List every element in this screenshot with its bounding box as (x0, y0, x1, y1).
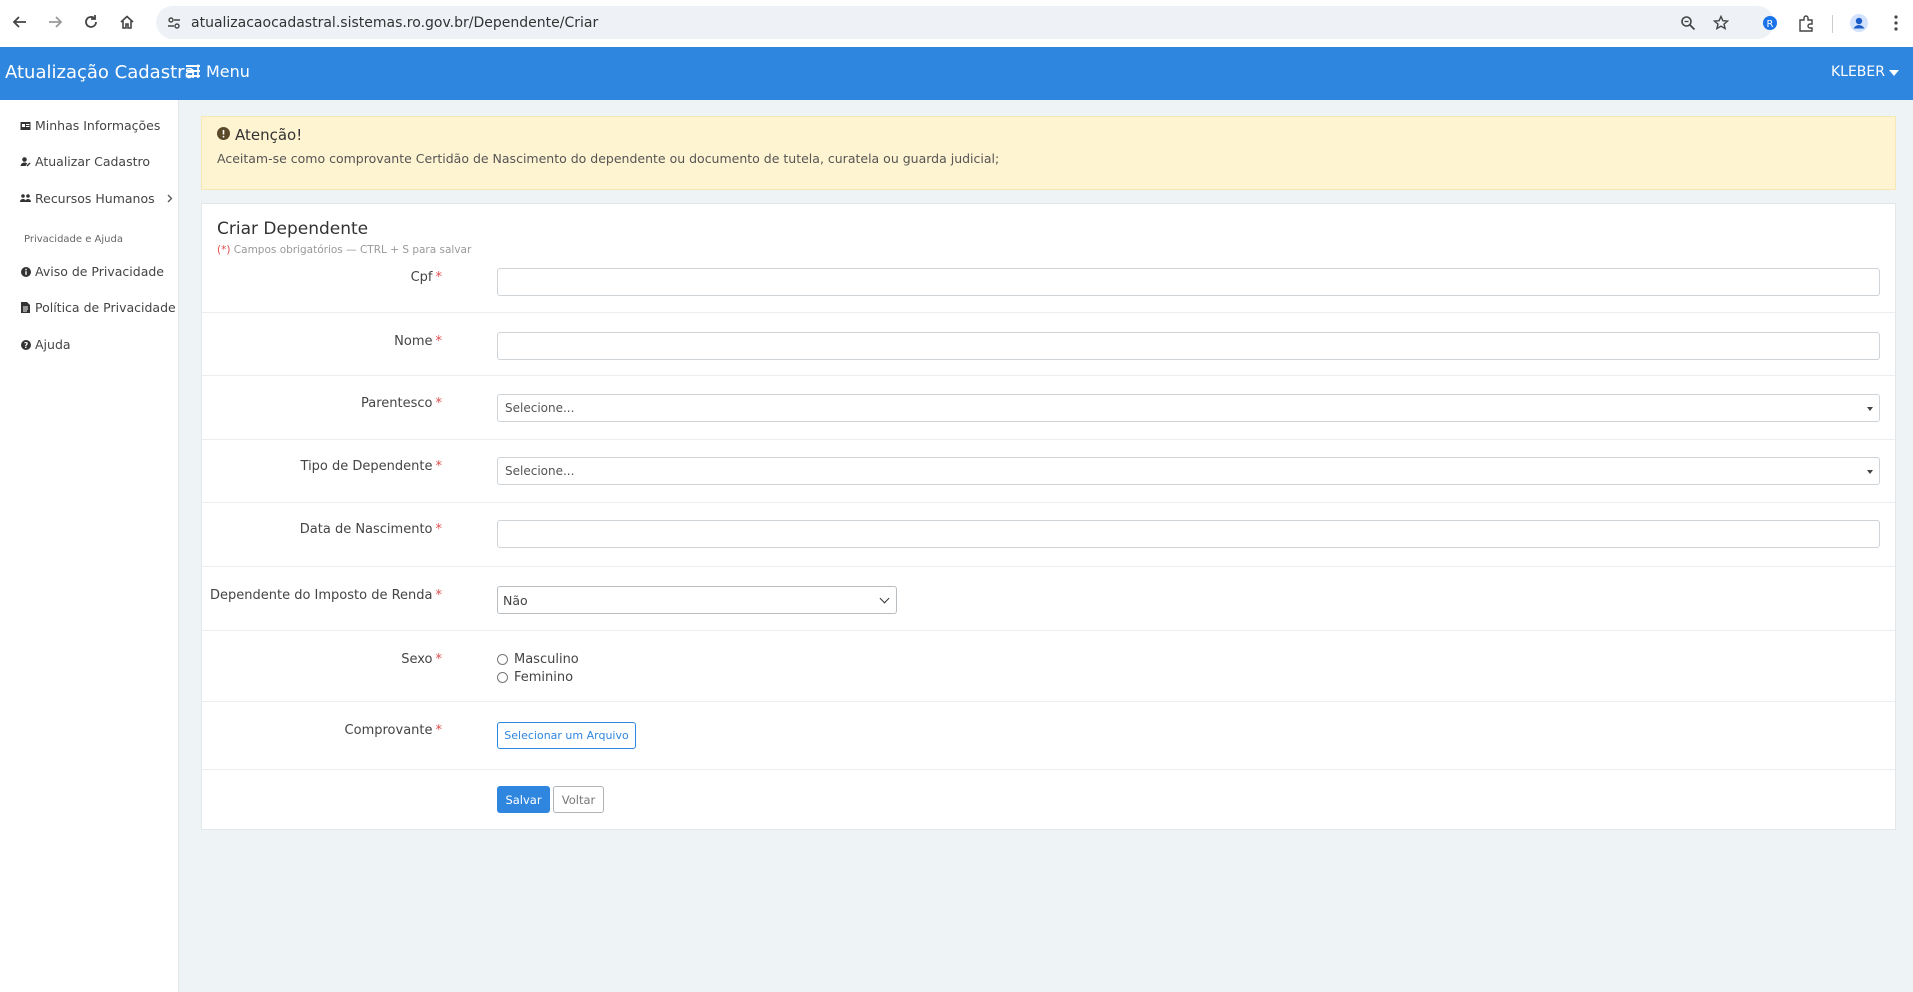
sidebar-item-aviso-privacidade[interactable]: Aviso de Privacidade (20, 264, 164, 279)
tipo-dependente-select[interactable]: Selecione... (497, 457, 1880, 485)
form-row-comprovante: Comprovante * Selecionar um Arquivo (202, 702, 1895, 770)
imposto-renda-value: Não (503, 592, 528, 608)
hamburger-icon (186, 62, 200, 81)
radio-label: Feminino (514, 670, 574, 685)
forward-icon[interactable] (44, 11, 66, 33)
select-file-button[interactable]: Selecionar um Arquivo (497, 722, 636, 749)
address-bar[interactable]: atualizacaocadastral.sistemas.ro.gov.br/… (156, 6, 1774, 39)
chevron-right-icon (167, 191, 173, 206)
sidebar: Minhas Informações Atualizar Cadastro Re… (0, 100, 179, 992)
tipo-dependente-label: Tipo de Dependente * (300, 459, 442, 474)
sidebar-item-atualizar-cadastro[interactable]: Atualizar Cadastro (20, 154, 150, 169)
browser-toolbar: atualizacaocadastral.sistemas.ro.gov.br/… (0, 0, 1913, 47)
alert-title: Atenção! (217, 126, 302, 144)
more-icon[interactable] (1885, 12, 1907, 34)
form-row-imposto-renda: Dependente do Imposto de Renda * Não (202, 567, 1895, 631)
question-circle-icon: ? (20, 339, 31, 350)
chevron-down-icon (879, 593, 890, 604)
home-icon[interactable] (116, 11, 138, 33)
imposto-renda-select[interactable]: Não (497, 586, 897, 614)
tipo-dependente-value: Selecione... (505, 464, 575, 478)
imposto-renda-label: Dependente do Imposto de Renda * (210, 588, 442, 603)
form-row-parentesco: Parentesco * Selecione... (202, 376, 1895, 440)
svg-text:R: R (1767, 19, 1774, 30)
comprovante-label: Comprovante * (344, 723, 442, 738)
user-edit-icon (20, 156, 31, 167)
document-icon (20, 302, 31, 313)
sidebar-item-label: Recursos Humanos (35, 191, 155, 206)
bookmark-star-icon[interactable] (1712, 14, 1730, 32)
attention-alert: Atenção! Aceitam-se como comprovante Cer… (201, 116, 1896, 190)
info-circle-icon (20, 266, 31, 277)
back-icon[interactable] (9, 11, 31, 33)
form-row-tipo-dependente: Tipo de Dependente * Selecione... (202, 440, 1895, 503)
alert-body: Aceitam-se como comprovante Certidão de … (217, 151, 1000, 166)
reload-icon[interactable] (80, 11, 102, 33)
parentesco-label: Parentesco * (361, 396, 442, 411)
sidebar-item-minhas-informacoes[interactable]: Minhas Informações (20, 118, 160, 133)
sexo-option-feminino[interactable]: Feminino (497, 670, 573, 685)
sidebar-item-label: Minhas Informações (35, 118, 161, 133)
data-nascimento-label: Data de Nascimento * (299, 522, 442, 537)
cpf-label: Cpf * (410, 270, 442, 285)
nome-input[interactable] (497, 332, 1880, 360)
form-row-nome: Nome * (202, 313, 1895, 376)
url-text: atualizacaocadastral.sistemas.ro.gov.br/… (191, 14, 599, 31)
exclamation-circle-icon (217, 126, 230, 144)
menu-label: Menu (206, 62, 250, 81)
sexo-option-masculino[interactable]: Masculino (497, 652, 579, 667)
extension-badge-icon[interactable]: R (1759, 12, 1781, 34)
alert-title-text: Atenção! (235, 126, 303, 144)
profile-icon[interactable] (1848, 12, 1870, 34)
sidebar-section-title: Privacidade e Ajuda (24, 234, 123, 245)
users-icon (20, 193, 31, 204)
id-card-icon (20, 120, 31, 131)
user-name: KLEBER (1830, 64, 1885, 80)
sidebar-item-ajuda[interactable]: ? Ajuda (20, 337, 71, 352)
parentesco-select[interactable]: Selecione... (497, 394, 1880, 422)
radio-label: Masculino (514, 652, 579, 667)
form-row-sexo: Sexo * Masculino Feminino (202, 631, 1895, 702)
user-menu[interactable]: KLEBER (1831, 64, 1899, 80)
radio-button[interactable] (497, 654, 508, 665)
sidebar-item-label: Atualizar Cadastro (35, 154, 151, 169)
caret-down-icon (1867, 407, 1873, 411)
save-button[interactable]: Salvar (497, 786, 550, 813)
sidebar-item-recursos-humanos[interactable]: Recursos Humanos (20, 191, 173, 206)
sidebar-item-politica-privacidade[interactable]: Política de Privacidade (20, 300, 176, 315)
sexo-label: Sexo * (401, 652, 442, 667)
create-dependent-card: Criar Dependente (*) Campos obrigatórios… (201, 203, 1896, 830)
form-row-cpf: Cpf * (202, 204, 1895, 313)
radio-button[interactable] (497, 672, 508, 683)
back-button[interactable]: Voltar (553, 786, 604, 813)
cpf-input[interactable] (497, 268, 1880, 296)
brand-title[interactable]: Atualização Cadastral (5, 62, 201, 83)
form-row-data-nascimento: Data de Nascimento * (202, 503, 1895, 567)
svg-text:?: ? (23, 341, 27, 350)
site-settings-icon[interactable] (166, 15, 182, 31)
menu-toggle-button[interactable]: Menu (186, 62, 250, 81)
caret-down-icon (1889, 64, 1899, 80)
sidebar-item-label: Aviso de Privacidade (35, 264, 164, 279)
app-header: Atualização Cadastral Menu KLEBER (0, 47, 1913, 100)
extensions-puzzle-icon[interactable] (1795, 12, 1817, 34)
caret-down-icon (1867, 470, 1873, 474)
nome-label: Nome * (394, 334, 442, 349)
sidebar-item-label: Ajuda (35, 337, 71, 352)
parentesco-value: Selecione... (505, 401, 575, 415)
zoom-icon[interactable] (1679, 14, 1697, 32)
data-nascimento-input[interactable] (497, 520, 1880, 548)
sidebar-item-label: Política de Privacidade (35, 300, 176, 315)
